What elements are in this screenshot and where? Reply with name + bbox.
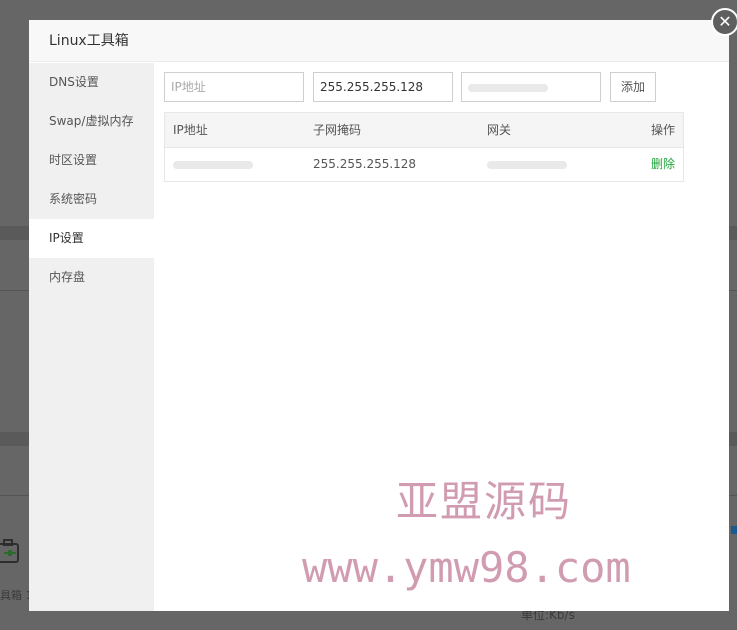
bg-toolbox-label: 具箱 1 <box>0 589 33 602</box>
redacted-gateway <box>487 160 567 169</box>
header-ip: IP地址 <box>173 123 208 137</box>
cell-gateway <box>487 148 567 181</box>
table-header: IP地址 子网掩码 网关 操作 <box>165 113 683 148</box>
header-action: 操作 <box>650 123 675 137</box>
redacted-ip <box>173 160 253 169</box>
dialog-title: Linux工具箱 <box>29 20 729 62</box>
delete-link[interactable]: 删除 <box>651 148 675 181</box>
table-row: 255.255.255.128 删除 <box>165 148 683 181</box>
gateway-input[interactable] <box>461 72 601 102</box>
header-gateway: 网关 <box>487 123 512 137</box>
sidebar-item-timezone[interactable]: 时区设置 <box>29 141 154 180</box>
sidebar-item-ramdisk[interactable]: 内存盘 <box>29 258 154 297</box>
watermark-url: www.ymw98.com <box>302 543 631 592</box>
sidebar-item-dns[interactable]: DNS设置 <box>29 63 154 102</box>
sidebar-item-ip-settings[interactable]: IP设置 <box>29 219 154 258</box>
add-button[interactable]: 添加 <box>610 72 656 102</box>
watermark-title: 亚盟源码 <box>396 477 573 526</box>
toolbox-icon <box>0 539 19 563</box>
header-netmask: 子网掩码 <box>313 123 362 137</box>
ip-address-input[interactable] <box>164 72 304 102</box>
cell-netmask: 255.255.255.128 <box>313 157 417 171</box>
cell-ip <box>173 148 253 181</box>
ip-table: IP地址 子网掩码 网关 操作 255.255.255.128 删除 <box>164 112 684 182</box>
bg-chart-marker <box>731 526 737 534</box>
netmask-input[interactable] <box>313 72 453 102</box>
linux-toolbox-dialog: Linux工具箱 DNS设置 Swap/虚拟内存 时区设置 系统密码 IP设置 … <box>29 20 729 611</box>
sidebar: DNS设置 Swap/虚拟内存 时区设置 系统密码 IP设置 内存盘 <box>29 63 154 611</box>
redacted-gateway <box>468 83 548 92</box>
close-icon[interactable]: ✕ <box>711 8 737 36</box>
sidebar-item-swap[interactable]: Swap/虚拟内存 <box>29 102 154 141</box>
sidebar-item-system-password[interactable]: 系统密码 <box>29 180 154 219</box>
